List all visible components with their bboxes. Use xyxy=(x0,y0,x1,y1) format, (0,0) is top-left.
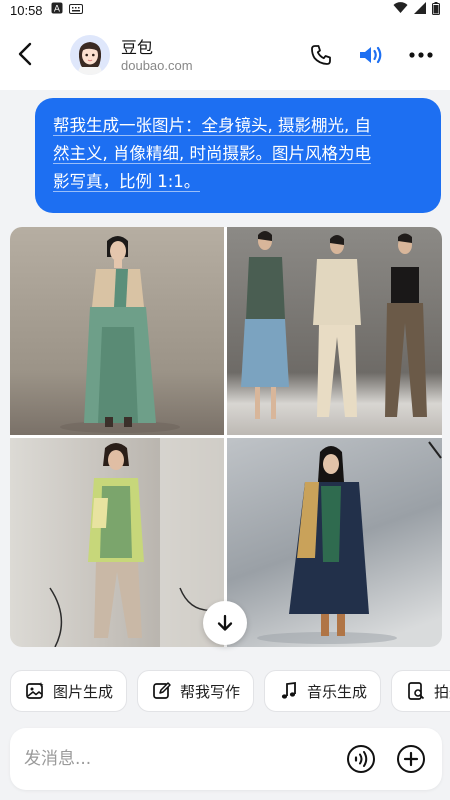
speaker-icon xyxy=(360,46,382,64)
chip-image-generation[interactable]: 图片生成 xyxy=(10,670,127,712)
a-icon: A xyxy=(51,2,63,18)
voice-button[interactable] xyxy=(345,743,377,775)
arrow-down-icon xyxy=(217,614,233,631)
more-button[interactable] xyxy=(406,40,436,70)
plus-circle-icon xyxy=(397,745,425,773)
phone-icon xyxy=(311,45,331,65)
chip-photo-question[interactable]: 拍题 xyxy=(391,670,450,712)
user-message-line: 然主义, 肖像精细, 时尚摄影。图片风格为电 xyxy=(53,144,371,164)
chat-area[interactable]: 帮我生成一张图片：全身镜头, 摄影棚光, 自 然主义, 肖像精细, 时尚摄影。图… xyxy=(0,90,450,660)
status-bar: 10:58 A xyxy=(0,0,450,20)
keyboard-icon xyxy=(68,3,83,18)
generated-image[interactable] xyxy=(10,438,224,647)
speaker-button[interactable] xyxy=(356,40,386,70)
chip-label: 图片生成 xyxy=(53,682,114,701)
add-button[interactable] xyxy=(395,743,427,775)
message-input[interactable] xyxy=(24,744,324,774)
voice-wave-icon xyxy=(347,745,375,773)
avatar[interactable] xyxy=(70,35,110,75)
user-message-line: 帮我生成一张图片：全身镜头, 摄影棚光, 自 xyxy=(53,116,371,136)
svg-text:A: A xyxy=(53,5,60,15)
user-message-line: 影写真，比例 1:1。 xyxy=(53,172,201,192)
message-composer xyxy=(10,728,442,790)
chip-label: 拍题 xyxy=(434,682,450,701)
image-gen-icon xyxy=(25,681,45,701)
chevron-left-icon xyxy=(18,42,32,66)
contact-name: 豆包 xyxy=(121,38,154,57)
contact-domain: doubao.com xyxy=(121,58,193,73)
generated-image[interactable] xyxy=(227,227,442,435)
status-time: 10:58 xyxy=(10,2,43,18)
chip-label: 帮我写作 xyxy=(180,682,241,701)
wifi-icon xyxy=(393,2,408,18)
back-button[interactable] xyxy=(12,40,40,68)
music-icon xyxy=(279,681,299,701)
quick-actions: 图片生成 帮我写作 音乐生成 拍题 xyxy=(0,670,450,714)
call-button[interactable] xyxy=(306,40,336,70)
generated-image-grid xyxy=(10,227,442,647)
battery-icon xyxy=(432,1,440,19)
chip-music-generation[interactable]: 音乐生成 xyxy=(264,670,381,712)
user-message-bubble[interactable]: 帮我生成一张图片：全身镜头, 摄影棚光, 自 然主义, 肖像精细, 时尚摄影。图… xyxy=(35,98,441,213)
more-icon xyxy=(409,52,433,58)
chat-header: 豆包 doubao.com xyxy=(0,20,450,90)
generated-image[interactable] xyxy=(10,227,224,435)
signal-icon xyxy=(414,2,426,18)
scroll-down-button[interactable] xyxy=(203,601,247,645)
chip-writing[interactable]: 帮我写作 xyxy=(137,670,254,712)
generated-image[interactable] xyxy=(227,438,442,647)
chip-label: 音乐生成 xyxy=(307,682,368,701)
edit-icon xyxy=(152,681,172,701)
scan-icon xyxy=(406,681,426,701)
